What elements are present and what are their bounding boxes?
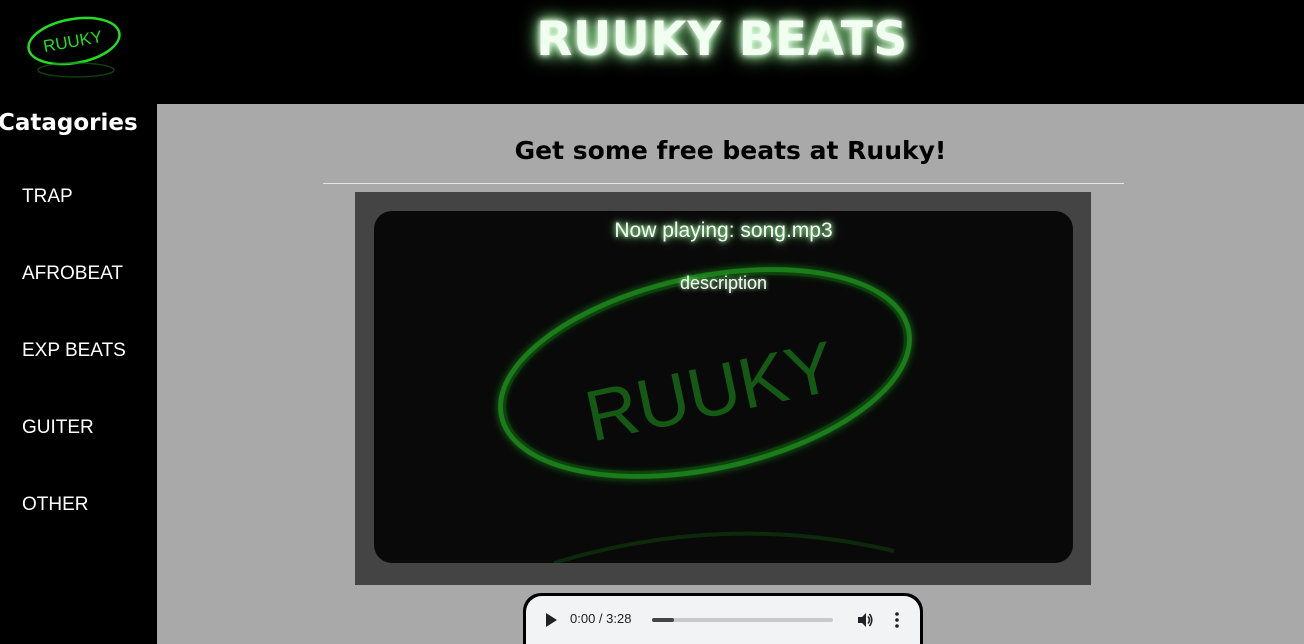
sidebar: Catagories TRAP AFROBEAT EXP BEATS GUITE… [0,104,157,644]
sidebar-item-guiter[interactable]: GUITER [22,417,94,439]
audio-controls: 0:00 / 3:28 [526,596,920,644]
sidebar-item-other[interactable]: OTHER [22,494,89,516]
player-card: RUUKY Now playing: song.mp3 description [374,211,1073,563]
ruuky-watermark-graphic: RUUKY [498,267,912,563]
page-title: Get some free beats at Ruuky! [514,136,947,165]
main-content: Get some free beats at Ruuky! RUUKY Now … [157,104,1304,644]
volume-icon[interactable] [856,611,874,629]
player-frame: RUUKY Now playing: song.mp3 description [355,192,1091,585]
play-icon[interactable] [544,612,558,628]
sidebar-item-exp-beats[interactable]: EXP BEATS [22,340,126,362]
sidebar-item-afrobeat[interactable]: AFROBEAT [22,263,123,285]
site-title: RUUKY BEATS [536,12,908,67]
divider [323,183,1124,184]
audio-player: 0:00 / 3:28 [523,593,923,644]
seek-progress [652,618,674,622]
header: RUUKY RUUKY BEATS [0,0,1304,104]
track-description: description [679,273,768,293]
seek-bar[interactable] [652,618,833,622]
sidebar-item-trap[interactable]: TRAP [22,186,73,208]
page: RUUKY RUUKY BEATS Catagories TRAP AFROBE… [0,0,1304,644]
now-playing-text: Now playing: song.mp3 [614,219,833,242]
more-vert-icon[interactable] [894,611,900,629]
sidebar-heading: Catagories [0,110,138,136]
time-display: 0:00 / 3:28 [570,611,632,626]
